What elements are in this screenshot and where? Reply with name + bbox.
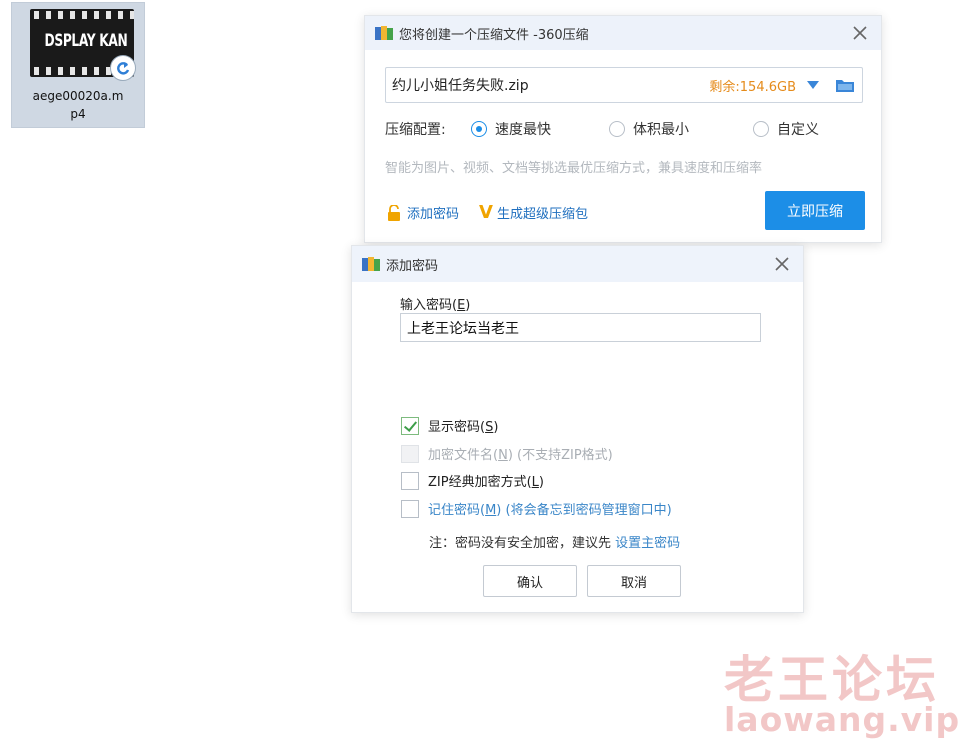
chevron-down-icon[interactable] — [806, 80, 820, 90]
share-arrow-icon — [110, 55, 136, 81]
label-text: ZIP经典加密方式( — [428, 475, 532, 490]
archive-app-icon — [362, 257, 380, 271]
dialog-title: 添加密码 — [386, 258, 439, 274]
accel-key: M — [485, 503, 497, 518]
checkbox-label: 加密文件名(N) (不支持ZIP格式) — [428, 444, 613, 463]
label-text: 记住密码( — [428, 503, 486, 518]
compress-config-row: 压缩配置: — [385, 119, 458, 139]
show-password-checkbox[interactable] — [401, 416, 419, 435]
compress-now-button[interactable]: 立即压缩 — [765, 191, 865, 230]
password-input[interactable]: 上老王论坛当老王 — [400, 313, 761, 342]
file-name: aege00020a.m p4 — [12, 87, 144, 123]
label-text: 显示密码( — [428, 420, 486, 435]
cancel-button[interactable]: 取消 — [587, 565, 681, 597]
note-text: 注：密码没有安全加密，建议先 — [429, 536, 616, 551]
radio-size-smallest[interactable] — [609, 121, 625, 137]
checkbox-label: 显示密码(S) — [428, 416, 498, 435]
compress-titlebar: 您将创建一个压缩文件 -360压缩 — [365, 16, 881, 50]
folder-icon[interactable] — [836, 78, 854, 92]
file-name-line1: aege00020a.m — [32, 89, 124, 103]
encrypt-filename-option: 加密文件名(N) (不支持ZIP格式) — [401, 444, 613, 463]
close-icon[interactable] — [773, 255, 791, 273]
encrypt-filename-checkbox — [401, 444, 419, 463]
label-extra: (不支持ZIP格式) — [512, 448, 613, 463]
config-label: 压缩配置: — [385, 122, 446, 138]
option-label: 体积最小 — [633, 122, 689, 138]
ok-button[interactable]: 确认 — [483, 565, 577, 597]
security-note: 注：密码没有安全加密，建议先 设置主密码 — [429, 532, 680, 551]
accel-key: L — [531, 475, 539, 490]
lock-icon — [388, 204, 400, 221]
remember-password-option[interactable]: 记住密码(M) (将会备忘到密码管理窗口中) — [401, 499, 672, 518]
window-title: 您将创建一个压缩文件 -360压缩 — [399, 27, 589, 43]
add-password-link[interactable]: 添加密码 — [407, 203, 459, 222]
option-label: 速度最快 — [495, 122, 551, 138]
checkbox-label: 记住密码(M) (将会备忘到密码管理窗口中) — [428, 499, 672, 518]
add-password-dialog: 添加密码 输入密码(E) 上老王论坛当老王 显示密码(S) 加密文件名(N) (… — [351, 245, 804, 613]
label-end: ) — [538, 475, 544, 490]
compress-window: 您将创建一个压缩文件 -360压缩 约儿小姐任务失败.zip 剩余:154.6G… — [364, 15, 882, 243]
option-label: 自定义 — [777, 122, 819, 138]
smart-hint-text: 智能为图片、视频、文档等挑选最优压缩方式，兼具速度和压缩率 — [385, 161, 763, 176]
watermark-url: laowang.vip — [724, 700, 960, 739]
label-text: 输入密码( — [400, 298, 458, 313]
close-icon[interactable] — [851, 24, 869, 42]
zip-classic-option[interactable]: ZIP经典加密方式(L) — [401, 471, 544, 490]
show-password-option[interactable]: 显示密码(S) — [401, 416, 498, 435]
radio-custom[interactable] — [753, 121, 769, 137]
label-text: 加密文件名( — [428, 448, 499, 463]
zip-classic-checkbox[interactable] — [401, 471, 419, 490]
option-custom[interactable]: 自定义 — [753, 119, 819, 139]
output-path-field[interactable]: 约儿小姐任务失败.zip 剩余:154.6GB — [385, 67, 863, 103]
label-end: ) — [493, 420, 499, 435]
password-titlebar: 添加密码 — [352, 246, 803, 282]
option-speed-fastest[interactable]: 速度最快 — [471, 119, 551, 139]
checkbox-label: ZIP经典加密方式(L) — [428, 471, 544, 490]
archive-app-icon — [375, 26, 393, 40]
vip-v-icon: V — [479, 202, 493, 223]
set-master-password-link[interactable]: 设置主密码 — [615, 536, 680, 551]
free-space-label: 剩余:154.6GB — [709, 79, 796, 95]
film-strip-top — [30, 11, 134, 19]
option-size-smallest[interactable]: 体积最小 — [609, 119, 689, 139]
desktop-file-video[interactable]: DSPLAY KAN aege00020a.m p4 — [11, 2, 145, 128]
password-input-label: 输入密码(E) — [400, 294, 470, 313]
archive-filename[interactable]: 约儿小姐任务失败.zip — [392, 75, 709, 95]
file-name-line2: p4 — [70, 107, 86, 121]
extra-links: 添加密码 V 生成超级压缩包 — [387, 202, 588, 223]
thumbnail-text: DSPLAY KAN — [44, 31, 128, 51]
accel-key: N — [498, 448, 508, 463]
label-extra: (将会备忘到密码管理窗口中) — [501, 503, 672, 518]
radio-speed-fastest[interactable] — [471, 121, 487, 137]
super-package-link[interactable]: 生成超级压缩包 — [497, 203, 588, 222]
remember-password-checkbox[interactable] — [401, 499, 419, 518]
label-end: ) — [465, 298, 471, 313]
